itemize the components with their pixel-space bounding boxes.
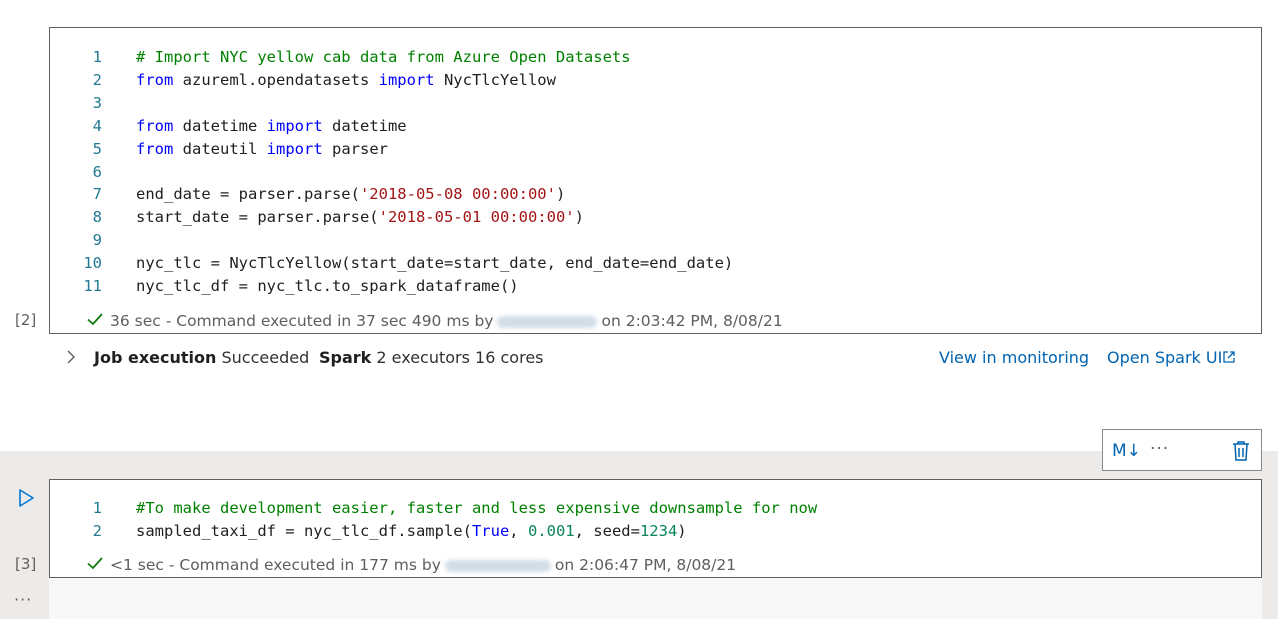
code-token: nyc_tlc = NycTlcYellow(start_date=start_… [136,254,734,273]
spark-info: Spark 2 executors 16 cores [319,348,544,367]
view-in-monitoring-link[interactable]: View in monitoring [939,348,1089,367]
code-token: azureml.opendatasets [173,70,379,89]
code-text[interactable]: end_date = parser.parse('2018-05-08 00:0… [136,183,565,205]
code-token: #To make development easier, faster and … [136,499,818,517]
code-text[interactable]: nyc_tlc_df = nyc_tlc.to_spark_dataframe(… [136,275,519,297]
job-execution-status: Job execution Succeeded [94,348,309,367]
cell-gutter [49,578,1262,619]
line-number: 2 [92,522,102,540]
run-cell-icon[interactable] [16,487,36,509]
trash-icon[interactable] [1229,439,1253,463]
code-token: , [509,522,528,540]
code-token: import [378,70,435,89]
code-text[interactable]: from dateutil import parser [136,138,388,160]
execution-count: [2] [15,311,37,329]
spark-details: 2 executors 16 cores [376,348,544,367]
line-number: 6 [92,162,102,181]
line-number: 8 [92,208,102,227]
cell-status: <1 sec - Command executed in 177 ms by on… [86,554,736,574]
code-cell-3[interactable]: 1 #To make development easier, faster and… [49,479,1262,578]
duration-text: 36 sec [110,312,161,330]
execution-count: [3] [15,555,37,573]
separator: - [163,556,180,574]
code-token: ) [677,522,687,540]
status-text: Command executed in 37 sec 490 ms by [176,312,494,330]
redacted-user [444,559,551,572]
timestamp-text: on 2:03:42 PM, 8/08/21 [601,312,783,330]
check-icon [87,557,103,570]
code-token: dateutil [173,139,267,158]
code-token: 1234 [639,522,678,540]
code-token: '2018-05-01 00:00:00' [378,208,575,227]
job-label: Job execution [94,348,217,367]
job-execution-row: Job execution Succeeded Spark 2 executor… [64,346,1254,372]
code-token: from [136,139,174,158]
external-link-icon [1223,351,1235,363]
code-token: ) [574,208,584,227]
code-token: NycTlcYellow [434,70,556,89]
status-text: Command executed in 177 ms by [179,556,441,574]
more-options-button[interactable]: ··· [1150,439,1169,463]
code-token: , seed= [574,522,640,540]
line-number: 5 [92,139,102,158]
line-number: 1 [92,48,102,66]
code-text[interactable]: # Import NYC yellow cab data from Azure … [136,46,631,68]
code-token: datetime [322,116,407,135]
code-token: datetime [173,116,267,135]
line-number: 7 [92,185,102,204]
spark-label: Spark [319,348,372,367]
redacted-user [497,315,598,328]
line-number: 11 [83,277,102,295]
line-number: 9 [92,231,102,250]
code-token: end_date = parser.parse( [136,185,360,204]
code-token: start_date = parser.parse( [136,208,379,227]
timestamp-text: on 2:06:47 PM, 8/08/21 [554,556,737,574]
code-token: import [266,139,323,158]
code-token: sampled_taxi_df = nyc_tlc_df.sample( [136,522,472,540]
code-text[interactable]: from azureml.opendatasets import NycTlcY… [136,69,556,91]
code-token: nyc_tlc_df = nyc_tlc.to_spark_dataframe(… [136,277,519,295]
code-text[interactable]: sampled_taxi_df = nyc_tlc_df.sample(True… [136,520,687,542]
line-number: 4 [92,116,102,135]
code-token: True [471,522,510,540]
code-text[interactable]: #To make development easier, faster and … [136,497,817,519]
markdown-toggle-button[interactable]: M↓ [1112,439,1141,463]
cell-status: 36 sec - Command executed in 37 sec 490 … [86,310,783,330]
open-spark-ui-link[interactable]: Open Spark UI [1107,348,1236,367]
line-number: 2 [92,70,102,89]
code-token: parser [322,139,388,158]
line-number: 10 [83,254,102,273]
code-token: from [136,70,174,89]
code-token: ) [555,185,566,204]
line-number: 1 [92,499,102,517]
separator: - [160,312,177,330]
line-number: 3 [92,93,102,112]
code-cell-2[interactable]: 1 # Import NYC yellow cab data from Azure… [49,27,1262,334]
code-text[interactable]: start_date = parser.parse('2018-05-01 00… [136,206,584,228]
code-token: 0.001 [527,522,575,540]
check-icon [87,313,103,326]
code-token: import [266,116,323,135]
code-text[interactable]: nyc_tlc = NycTlcYellow(start_date=start_… [136,252,733,274]
open-spark-ui-label: Open Spark UI [1107,348,1223,367]
duration-text: <1 sec [110,556,164,574]
code-token: '2018-05-08 00:00:00' [359,185,556,204]
chevron-right-icon[interactable] [64,349,78,365]
code-token: from [136,116,174,135]
job-state: Succeeded [221,348,310,367]
cell-toolbar: M↓ ··· [1102,429,1262,471]
code-text[interactable]: from datetime import datetime [136,115,407,137]
cell-more-options-button[interactable]: ··· [14,590,32,609]
code-token: # Import NYC yellow cab data from Azure … [136,48,631,66]
